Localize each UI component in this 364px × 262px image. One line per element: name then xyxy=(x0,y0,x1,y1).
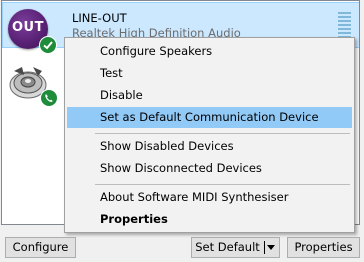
menu-item-set-default-communication[interactable]: Set as Default Communication Device xyxy=(67,107,352,128)
dropdown-arrow-icon[interactable] xyxy=(267,245,275,250)
menu-item-disable[interactable]: Disable xyxy=(67,85,352,106)
device-name: LINE-OUT xyxy=(72,11,127,25)
menu-item-test[interactable]: Test xyxy=(67,63,352,84)
menu-item-configure-speakers[interactable]: Configure Speakers xyxy=(67,41,352,62)
set-default-button-label: Set Default xyxy=(195,240,260,254)
device-context-menu: Configure Speakers Test Disable Set as D… xyxy=(64,37,355,233)
split-divider xyxy=(264,241,265,254)
menu-item-show-disabled[interactable]: Show Disabled Devices xyxy=(67,136,352,157)
menu-separator xyxy=(95,184,350,185)
properties-button[interactable]: Properties xyxy=(287,237,360,258)
configure-button[interactable]: Configure xyxy=(5,237,76,258)
communication-phone-icon xyxy=(40,89,58,107)
line-out-icon-label: OUT xyxy=(12,20,44,35)
menu-item-about-midi[interactable]: About Software MIDI Synthesiser xyxy=(67,187,352,208)
set-default-split-button[interactable]: Set Default xyxy=(191,237,280,258)
menu-item-properties[interactable]: Properties xyxy=(67,209,352,230)
default-check-icon xyxy=(39,36,57,54)
sound-playback-panel: OUT LINE-OUT Realtek High Definition Aud… xyxy=(0,0,364,262)
menu-separator xyxy=(95,133,350,134)
menu-item-show-disconnected[interactable]: Show Disconnected Devices xyxy=(67,158,352,179)
